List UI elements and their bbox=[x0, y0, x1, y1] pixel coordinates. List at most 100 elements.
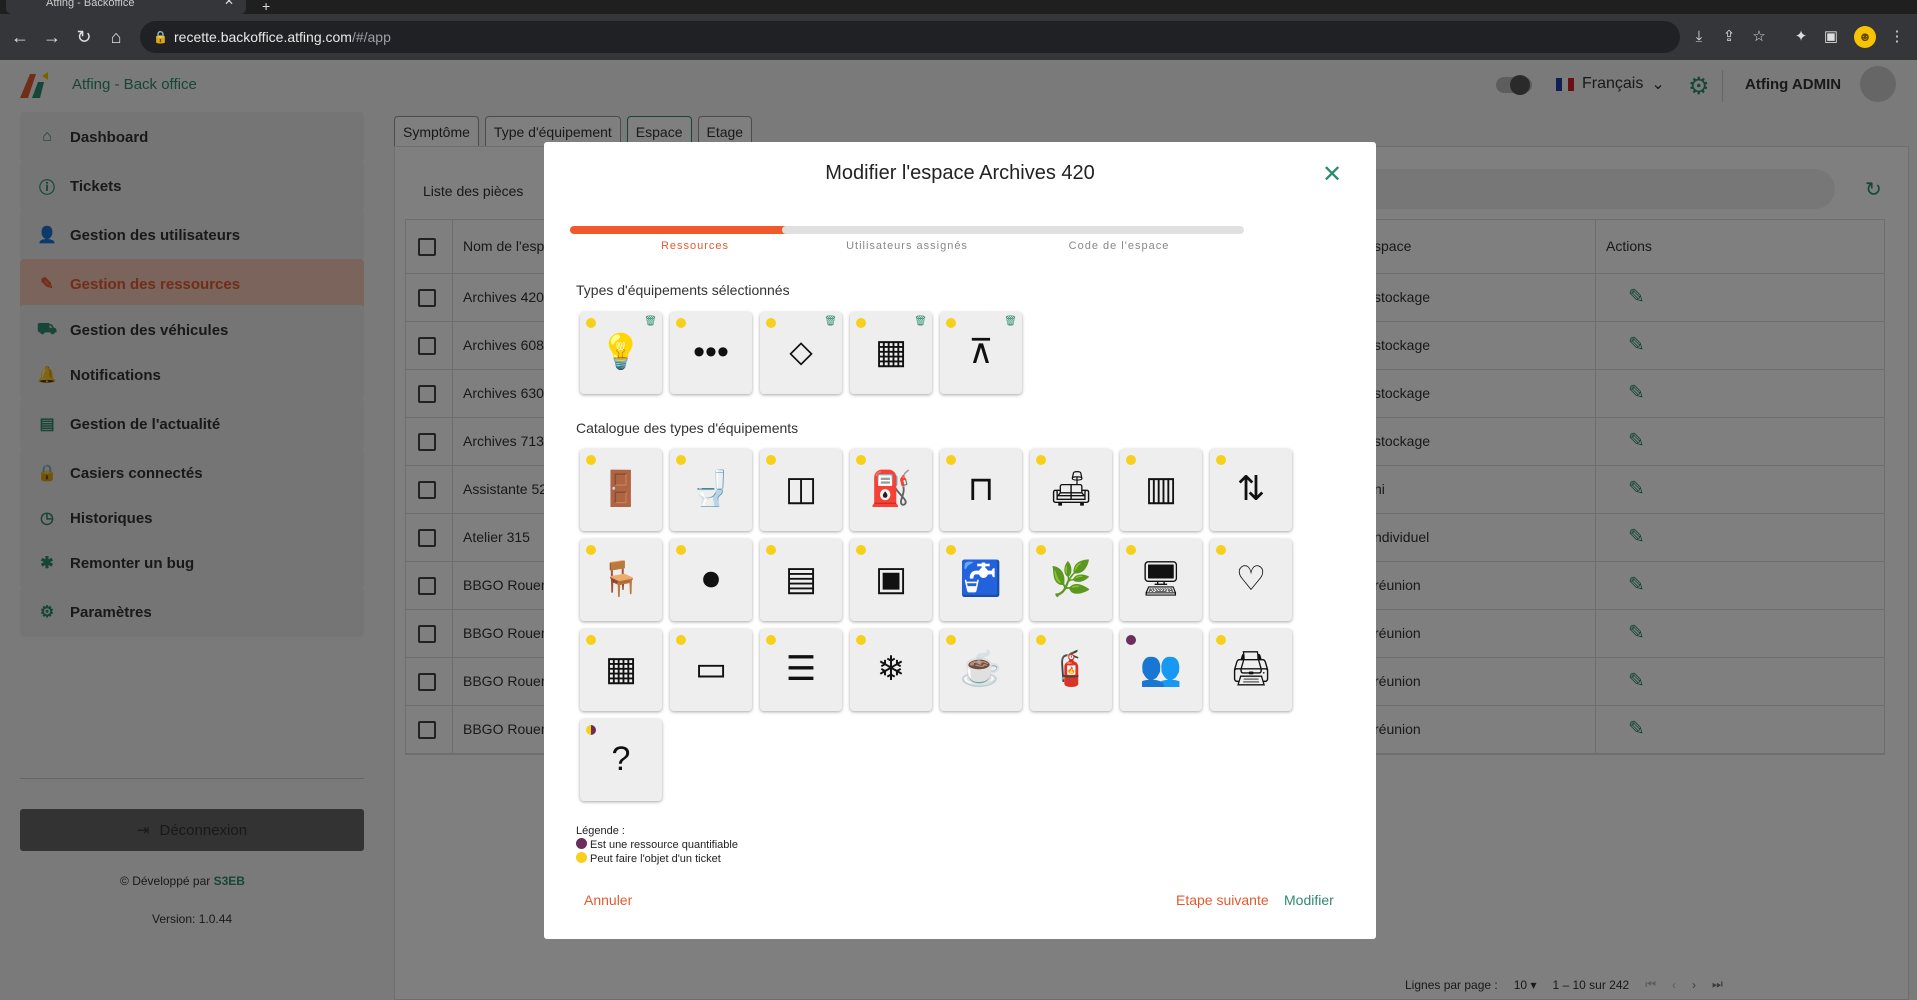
question-icon: ? bbox=[611, 740, 631, 778]
equipment-tile[interactable]: 🚪 bbox=[580, 449, 662, 531]
equipment-tile[interactable]: ▦ bbox=[580, 629, 662, 711]
equipment-tile[interactable]: 🚰 bbox=[940, 539, 1022, 621]
back-icon[interactable]: ← bbox=[8, 25, 32, 49]
equipment-tile[interactable]: 🌿 bbox=[1030, 539, 1112, 621]
reload-icon[interactable]: ↻ bbox=[72, 25, 96, 49]
oven-icon: ▣ bbox=[874, 560, 908, 598]
edit-space-dialog: Modifier l'espace Archives 420 ✕ Ressour… bbox=[544, 142, 1376, 939]
status-dot bbox=[676, 318, 686, 328]
close-icon[interactable]: ✕ bbox=[1322, 160, 1342, 189]
equipment-tile[interactable]: ☕ bbox=[940, 629, 1022, 711]
equipment-tile[interactable]: ⇅ bbox=[1210, 449, 1292, 531]
equipment-tile[interactable]: 👥 bbox=[1120, 629, 1202, 711]
trash-icon[interactable]: 🗑 bbox=[1004, 316, 1017, 327]
defibrillator-icon: ♡ bbox=[1235, 560, 1267, 598]
toilet-icon: 🚽 bbox=[689, 470, 733, 508]
equipment-tile[interactable]: ••• bbox=[670, 312, 752, 394]
status-dot bbox=[1216, 635, 1226, 645]
status-dot bbox=[946, 635, 956, 645]
status-dot bbox=[1216, 455, 1226, 465]
equipment-tile[interactable]: 🗑 ⊼ bbox=[940, 312, 1022, 394]
status-dot bbox=[586, 455, 596, 465]
browser-menu-icon[interactable]: ⋮ bbox=[1886, 26, 1908, 48]
extensions-icon[interactable]: ✦ bbox=[1790, 26, 1812, 48]
status-dot bbox=[1036, 545, 1046, 555]
new-tab-icon[interactable]: + bbox=[262, 0, 270, 14]
equipment-tile[interactable]: 🧯 bbox=[1030, 629, 1112, 711]
close-tab-icon[interactable]: ✕ bbox=[224, 0, 234, 7]
status-dot bbox=[766, 318, 776, 328]
chair-icon: 🪑 bbox=[599, 560, 643, 598]
legend-title: Légende : bbox=[576, 825, 625, 837]
status-dot bbox=[676, 545, 686, 555]
sofa-icon: 🛋 bbox=[1049, 470, 1093, 508]
equipment-tile[interactable]: ▤ bbox=[760, 539, 842, 621]
equipment-tile[interactable]: ◫ bbox=[760, 449, 842, 531]
install-icon[interactable]: ⤓ bbox=[1688, 26, 1710, 48]
equipment-tile[interactable]: ☰ bbox=[760, 629, 842, 711]
trash-icon[interactable]: 🗑 bbox=[824, 316, 837, 327]
equipment-tile[interactable]: ▣ bbox=[850, 539, 932, 621]
legend: Légende : Est une ressource quantifiable… bbox=[576, 824, 738, 866]
floor-icon: ⬦ bbox=[789, 333, 813, 371]
equipment-tile[interactable]: 🪑 bbox=[580, 539, 662, 621]
browser-tab[interactable]: Atfing - Backoffice ✕ bbox=[6, 0, 246, 14]
elevator-icon: ⇅ bbox=[1236, 470, 1266, 508]
equipment-tile[interactable]: 🗑 ▦ bbox=[850, 312, 932, 394]
share-icon[interactable]: ⇪ bbox=[1718, 26, 1740, 48]
equipment-tile[interactable]: ▥ bbox=[1120, 449, 1202, 531]
step-progress-2 bbox=[994, 226, 1244, 234]
url-path: /#/app bbox=[351, 29, 391, 45]
trash-icon[interactable]: 🗑 bbox=[644, 316, 657, 327]
step-label-2[interactable]: Code de l'espace bbox=[994, 240, 1244, 252]
cancel-button[interactable]: Annuler bbox=[584, 892, 632, 908]
status-dot bbox=[766, 635, 776, 645]
air-conditioner-icon: ❄ bbox=[876, 650, 906, 688]
equipment-tile[interactable]: ⊓ bbox=[940, 449, 1022, 531]
equipment-tile[interactable]: 🛋 bbox=[1030, 449, 1112, 531]
home-browser-icon[interactable]: ⌂ bbox=[104, 25, 128, 49]
equipment-tile[interactable]: ⏺ bbox=[670, 539, 752, 621]
status-dot bbox=[676, 635, 686, 645]
equipment-tile[interactable]: ? bbox=[580, 719, 662, 801]
ceiling-icon: ⊼ bbox=[968, 333, 994, 371]
url-host: recette.backoffice.atfing.com bbox=[174, 29, 352, 45]
next-step-button[interactable]: Etape suivante bbox=[1176, 892, 1269, 908]
browser-toolbar: ← → ↻ ⌂ 🔒 recette.backoffice.atfing.com/… bbox=[0, 14, 1917, 60]
address-bar[interactable]: 🔒 recette.backoffice.atfing.com/#/app bbox=[140, 21, 1680, 53]
equipment-tile[interactable]: 🗑 💡 bbox=[580, 312, 662, 394]
forward-icon[interactable]: → bbox=[40, 25, 64, 49]
equipment-tile[interactable]: ♡ bbox=[1210, 539, 1292, 621]
side-panel-icon[interactable]: ▣ bbox=[1820, 26, 1842, 48]
status-dot bbox=[1126, 455, 1136, 465]
power-outlet-icon: ⏺ bbox=[702, 560, 720, 598]
save-button[interactable]: Modifier bbox=[1284, 892, 1334, 908]
equipment-tile[interactable]: 🖨 bbox=[1210, 629, 1292, 711]
table-icon: ⊓ bbox=[967, 470, 995, 508]
fire-extinguisher-icon: 🧯 bbox=[1049, 650, 1093, 688]
bookmark-star-icon[interactable]: ☆ bbox=[1748, 26, 1770, 48]
equipment-tile[interactable]: 🖥 bbox=[1120, 539, 1202, 621]
legend-quantifiable: Est une ressource quantifiable bbox=[576, 838, 738, 852]
status-dot bbox=[946, 545, 956, 555]
status-dot bbox=[586, 545, 596, 555]
sink-icon: 🚰 bbox=[959, 560, 1003, 598]
yellow-dot-icon bbox=[576, 852, 587, 863]
equipment-tile[interactable]: 🗑 ⬦ bbox=[760, 312, 842, 394]
lock-icon: 🔒 bbox=[153, 30, 168, 44]
equipment-tile[interactable]: ▭ bbox=[670, 629, 752, 711]
wall-icon: ▦ bbox=[874, 333, 908, 371]
status-dot bbox=[766, 545, 776, 555]
legend-ticket: Peut faire l'objet d'un ticket bbox=[576, 852, 738, 866]
status-dot bbox=[856, 635, 866, 645]
status-dot bbox=[1036, 455, 1046, 465]
equipment-tile[interactable]: 🚽 bbox=[670, 449, 752, 531]
status-dot bbox=[856, 545, 866, 555]
wardrobe-icon: ◫ bbox=[784, 470, 818, 508]
trash-icon[interactable]: 🗑 bbox=[914, 316, 927, 327]
browser-profile-avatar[interactable]: ☻ bbox=[1854, 26, 1876, 48]
equipment-tile[interactable]: ❄ bbox=[850, 629, 932, 711]
plant-care-icon: 🌿 bbox=[1049, 560, 1093, 598]
status-dot bbox=[946, 318, 956, 328]
equipment-tile[interactable]: ⛽ bbox=[850, 449, 932, 531]
